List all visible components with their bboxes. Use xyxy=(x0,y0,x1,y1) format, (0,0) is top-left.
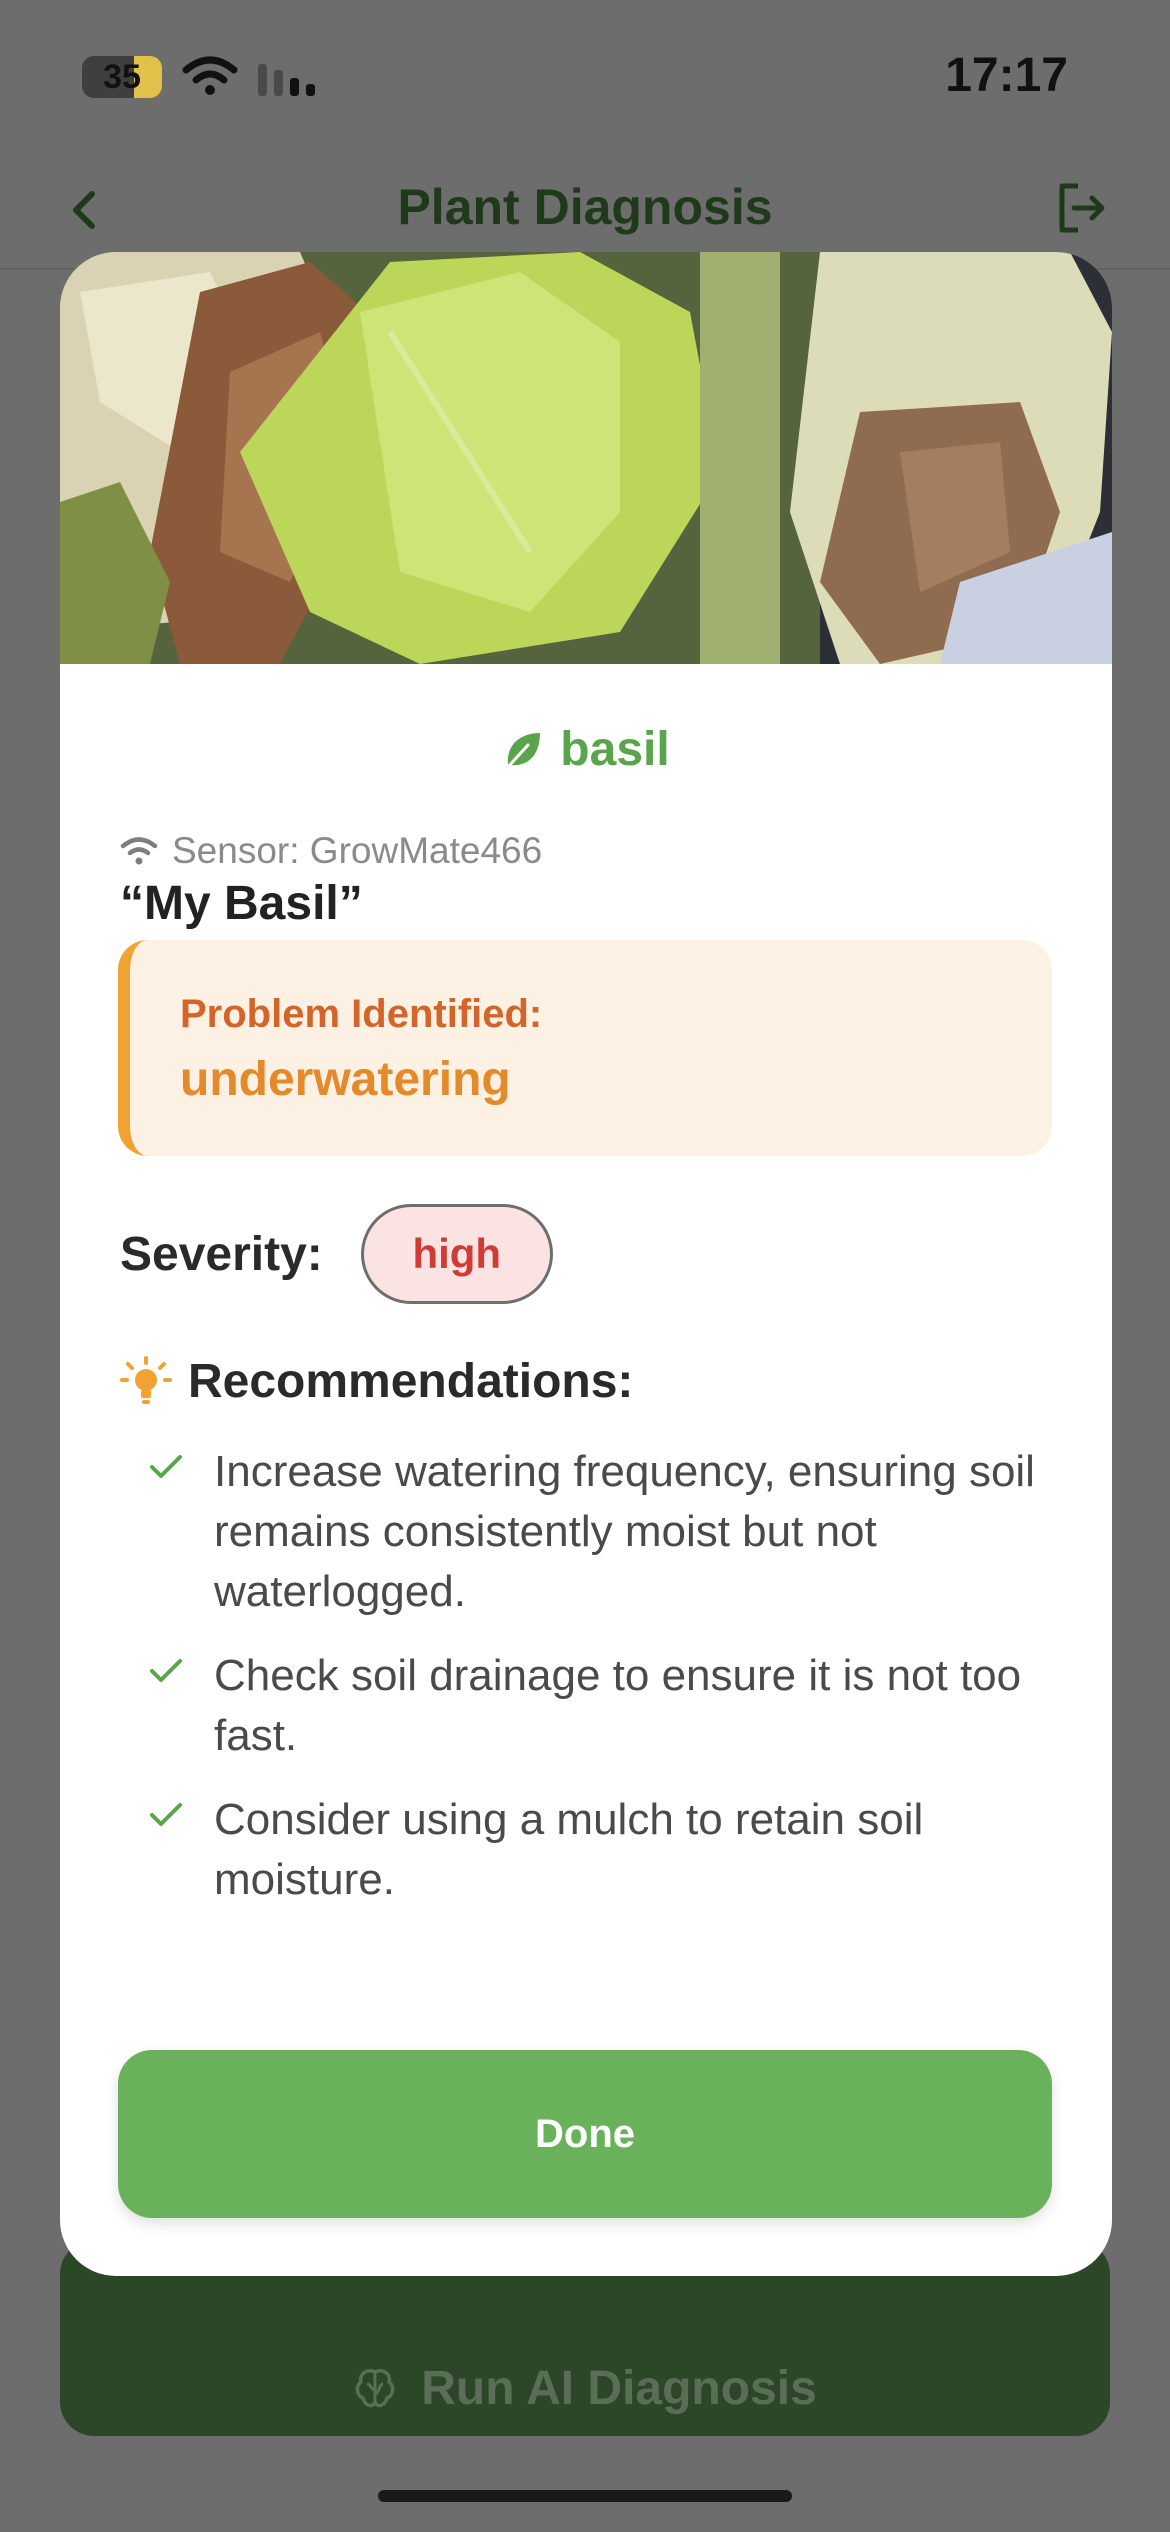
sensor-row: Sensor: GrowMate466 xyxy=(120,830,542,872)
recommendation-text: Increase watering frequency, ensuring so… xyxy=(214,1447,1035,1616)
severity-label: Severity: xyxy=(120,1227,323,1281)
list-item: Consider using a mulch to retain soil mo… xyxy=(148,1790,1068,1910)
logout-icon[interactable] xyxy=(1054,180,1110,236)
recommendation-text: Check soil drainage to ensure it is not … xyxy=(214,1651,1022,1760)
status-bar: 35 17:17 xyxy=(0,0,1170,150)
checkmark-icon xyxy=(150,1455,182,1478)
severity-badge: high xyxy=(360,1204,553,1304)
recommendations-title: Recommendations: xyxy=(188,1355,634,1408)
home-indicator xyxy=(378,2490,792,2502)
brain-icon xyxy=(355,2369,395,2408)
list-item: Increase watering frequency, ensuring so… xyxy=(148,1442,1068,1622)
problem-value: underwatering xyxy=(180,1053,511,1106)
done-button[interactable]: Done xyxy=(118,2050,1052,2218)
plant-type: basil xyxy=(60,722,1112,777)
recommendation-text: Consider using a mulch to retain soil mo… xyxy=(214,1795,924,1904)
plant-photo xyxy=(60,252,1112,664)
run-ai-diagnosis-label: Run AI Diagnosis xyxy=(421,2361,817,2415)
sensor-label: Sensor: GrowMate466 xyxy=(172,830,543,871)
severity-row: Severity: high xyxy=(120,1204,553,1304)
checkmark-icon xyxy=(150,1803,182,1826)
list-item: Check soil drainage to ensure it is not … xyxy=(148,1646,1068,1766)
recommendations-header: Recommendations: xyxy=(120,1354,633,1409)
battery-icon: 35 xyxy=(82,56,162,98)
plant-name: “My Basil” xyxy=(120,877,363,930)
page-title: Plant Diagnosis xyxy=(397,179,773,235)
cellular-signal-icon xyxy=(258,64,315,96)
wifi-icon xyxy=(182,56,238,95)
leaf-icon xyxy=(506,732,541,768)
battery-percent: 35 xyxy=(103,57,141,96)
problem-identified-box: Problem Identified: underwatering xyxy=(118,940,1052,1156)
screen: 35 17:17 Plant Diagnosis Run AI Diagnosi… xyxy=(0,0,1170,2532)
checkmark-icon xyxy=(150,1659,182,1682)
status-time: 17:17 xyxy=(945,49,1068,102)
wifi-icon xyxy=(120,837,158,865)
plant-type-label: basil xyxy=(560,723,670,776)
diagnosis-modal: basil Sensor: GrowMate466 “My Basil” Pro… xyxy=(60,252,1112,2276)
problem-title: Problem Identified: xyxy=(180,992,543,1036)
lightbulb-icon xyxy=(120,1355,172,1404)
recommendations-list: Increase watering frequency, ensuring so… xyxy=(148,1442,1068,1934)
